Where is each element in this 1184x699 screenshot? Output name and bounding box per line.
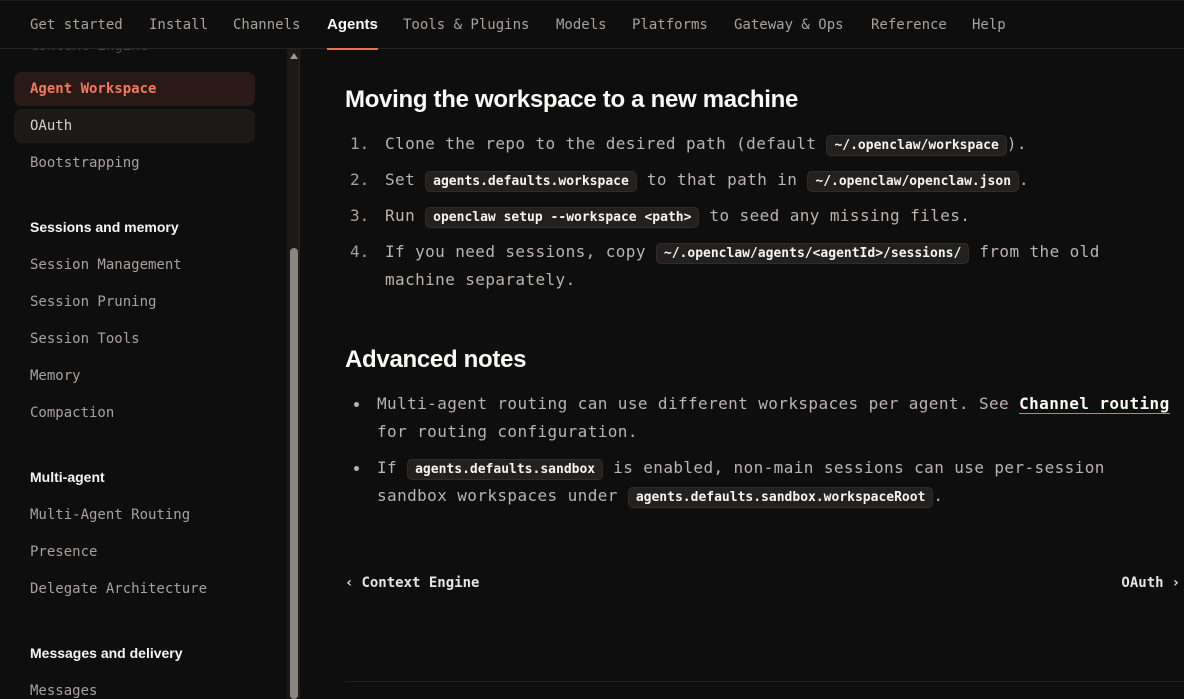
sidebar-group-messages-delivery: Messages and delivery — [30, 645, 183, 661]
bullet-icon — [354, 402, 359, 407]
inline-code: agents.defaults.workspace — [425, 171, 637, 192]
sidebar-item-context-engine[interactable]: Context Engine — [14, 49, 255, 63]
tab-models[interactable]: Models — [556, 1, 607, 49]
step-number: 4. — [350, 242, 370, 261]
chevron-left-icon: ‹ — [345, 575, 354, 591]
chevron-right-icon: › — [1171, 575, 1180, 591]
inline-code: openclaw setup --workspace <path> — [425, 207, 700, 228]
sidebar-item-multi-agent-routing[interactable]: Multi-Agent Routing — [14, 498, 255, 532]
next-page-link[interactable]: OAuth › — [1121, 575, 1180, 591]
step-text: Clone the repo to the desired path (defa… — [385, 134, 1027, 156]
tab-channels[interactable]: Channels — [233, 1, 300, 49]
tab-help[interactable]: Help — [972, 1, 1006, 49]
section-heading-moving-workspace: Moving the workspace to a new machine — [345, 86, 799, 113]
bullet-icon — [354, 466, 359, 471]
scroll-up-icon[interactable] — [290, 53, 298, 59]
sidebar-item-session-tools[interactable]: Session Tools — [14, 322, 255, 356]
sidebar-item-presence[interactable]: Presence — [14, 535, 255, 569]
inline-code: agents.defaults.sandbox.workspaceRoot — [627, 487, 934, 508]
sidebar-scrollbar[interactable] — [287, 49, 299, 699]
note-text: If agents.defaults.sandbox is enabled, n… — [377, 458, 1105, 480]
step-text: If you need sessions, copy ~/.openclaw/a… — [385, 242, 1100, 264]
note-text: Multi-agent routing can use different wo… — [377, 394, 1170, 414]
sidebar-item-memory[interactable]: Memory — [14, 359, 255, 393]
sidebar-group-sessions-memory: Sessions and memory — [30, 219, 179, 235]
tab-reference[interactable]: Reference — [871, 1, 947, 49]
step-number: 1. — [350, 134, 370, 153]
section-heading-advanced-notes: Advanced notes — [345, 346, 527, 373]
inline-code: ~/.openclaw/workspace — [826, 135, 1007, 156]
sidebar-item-delegate-architecture[interactable]: Delegate Architecture — [14, 572, 255, 606]
sidebar-group-multi-agent: Multi-agent — [30, 469, 105, 485]
note-text-continued: for routing configuration. — [377, 422, 638, 441]
tab-platforms[interactable]: Platforms — [632, 1, 708, 49]
step-number: 2. — [350, 170, 370, 189]
tab-tools-plugins[interactable]: Tools & Plugins — [403, 1, 529, 49]
tab-get-started[interactable]: Get started — [30, 1, 123, 49]
step-text: Set agents.defaults.workspace to that pa… — [385, 170, 1029, 192]
tab-agents[interactable]: Agents — [327, 1, 378, 50]
sidebar-item-bootstrapping[interactable]: Bootstrapping — [14, 146, 255, 180]
step-text: Run openclaw setup --workspace <path> to… — [385, 206, 970, 228]
footer-divider — [345, 681, 1184, 682]
sidebar-item-messages[interactable]: Messages — [14, 674, 255, 699]
main-content: Moving the workspace to a new machine 1.… — [302, 49, 1184, 699]
inline-code: ~/.openclaw/openclaw.json — [807, 171, 1020, 192]
top-nav: Get started Install Channels Agents Tool… — [0, 0, 1184, 50]
channel-routing-link[interactable]: Channel routing — [1019, 394, 1170, 414]
sidebar-item-agent-workspace[interactable]: Agent Workspace — [14, 72, 255, 106]
scrollbar-thumb[interactable] — [290, 248, 298, 699]
step-number: 3. — [350, 206, 370, 225]
sidebar: Context Engine Agent Workspace OAuth Boo… — [0, 49, 300, 699]
prev-page-link[interactable]: ‹ Context Engine — [345, 575, 479, 591]
sidebar-item-compaction[interactable]: Compaction — [14, 396, 255, 430]
sidebar-item-session-pruning[interactable]: Session Pruning — [14, 285, 255, 319]
tab-gateway-ops[interactable]: Gateway & Ops — [734, 1, 844, 49]
sidebar-item-oauth[interactable]: OAuth — [14, 109, 255, 143]
note-text-continued: sandbox workspaces under agents.defaults… — [377, 486, 943, 508]
sidebar-item-session-management[interactable]: Session Management — [14, 248, 255, 282]
step-text-continued: machine separately. — [385, 270, 576, 289]
inline-code: agents.defaults.sandbox — [407, 459, 604, 480]
tab-install[interactable]: Install — [149, 1, 208, 49]
inline-code: ~/.openclaw/agents/<agentId>/sessions/ — [655, 243, 970, 264]
